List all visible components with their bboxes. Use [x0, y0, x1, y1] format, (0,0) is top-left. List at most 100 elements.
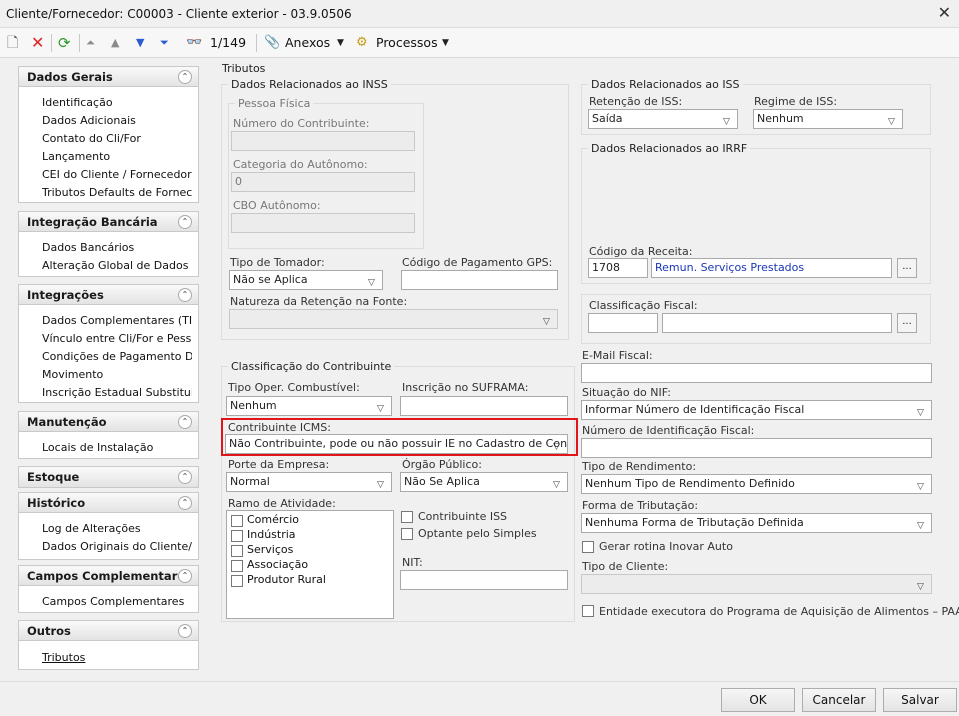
sidebar-item[interactable]: Vínculo entre Cli/For e Pessoa: [42, 332, 192, 346]
suframa-input[interactable]: [400, 396, 568, 416]
section-header[interactable]: Dados Gerais ⌃: [19, 67, 198, 87]
checkbox-comercio[interactable]: [231, 515, 243, 527]
save-button[interactable]: Salvar: [883, 688, 957, 712]
search-icon[interactable]: 👓: [186, 33, 202, 53]
inovar-auto-checkbox[interactable]: [582, 541, 594, 553]
sidebar-item[interactable]: Dados Complementares (TIN): [42, 314, 192, 328]
codigo-receita-lookup-button[interactable]: ...: [897, 258, 917, 278]
cancel-button[interactable]: Cancelar: [802, 688, 876, 712]
num-contribuinte-input[interactable]: [231, 131, 415, 151]
tipo-rendimento-select[interactable]: Nenhum Tipo de Rendimento Definido ▽: [581, 474, 932, 494]
retencao-iss-select[interactable]: Saída ▽: [588, 109, 738, 129]
sidebar-section-manutencao: Manutenção ⌃ Locais de Instalação: [18, 411, 199, 459]
sidebar-item[interactable]: CEI do Cliente / Fornecedor: [42, 168, 192, 182]
chevron-down-icon: ▽: [723, 117, 730, 127]
collapse-icon[interactable]: ⌃: [178, 569, 192, 583]
section-header[interactable]: Histórico ⌃: [19, 493, 198, 513]
select-value: Informar Número de Identificação Fiscal: [585, 403, 805, 416]
attachments-dropdown-icon[interactable]: ▼: [337, 33, 344, 53]
section-header[interactable]: Outros ⌃: [19, 621, 198, 641]
sidebar-item[interactable]: Lançamento: [42, 150, 192, 164]
new-record-icon[interactable]: 🗋: [7, 33, 18, 53]
codigo-receita-input[interactable]: 1708: [588, 258, 648, 278]
optante-simples-checkbox[interactable]: [401, 528, 413, 540]
combustivel-select[interactable]: Nenhum ▽: [226, 396, 392, 416]
toolbar-separator: [51, 34, 52, 52]
codigo-gps-input[interactable]: [401, 270, 558, 290]
regime-iss-select[interactable]: Nenhum ▽: [753, 109, 903, 129]
page-title: Tributos: [222, 62, 266, 75]
ramo-item: Associação: [247, 558, 309, 571]
refresh-icon[interactable]: ⟳: [58, 33, 71, 53]
sidebar-item[interactable]: Identificação: [42, 96, 192, 110]
chevron-down-icon: ▽: [543, 317, 550, 327]
section-header[interactable]: Integração Bancária ⌃: [19, 212, 198, 232]
situacao-nif-select[interactable]: Informar Número de Identificação Fiscal ▽: [581, 400, 932, 420]
ramo-item: Produtor Rural: [247, 573, 326, 586]
checkbox-associacao[interactable]: [231, 560, 243, 572]
collapse-icon[interactable]: ⌃: [178, 215, 192, 229]
orgao-publico-select[interactable]: Não Se Aplica ▽: [400, 472, 568, 492]
porte-empresa-select[interactable]: Normal ▽: [226, 472, 392, 492]
paa-checkbox[interactable]: [582, 605, 594, 617]
categoria-autonomo-input[interactable]: 0: [231, 172, 415, 192]
group-title: Classificação do Contribuinte: [228, 360, 395, 373]
close-icon[interactable]: ✕: [938, 3, 951, 22]
sidebar-item[interactable]: Contato do Cli/For: [42, 132, 192, 146]
contribuinte-iss-checkbox[interactable]: [401, 511, 413, 523]
ok-button[interactable]: OK: [721, 688, 795, 712]
sidebar-item[interactable]: Campos Complementares: [42, 595, 192, 609]
contribuinte-icms-select[interactable]: Não Contribuinte, pode ou não possuir IE…: [225, 434, 568, 454]
section-header[interactable]: Manutenção ⌃: [19, 412, 198, 432]
forma-tributacao-select[interactable]: Nenhuma Forma de Tributação Definida ▽: [581, 513, 932, 533]
delete-icon[interactable]: ✕: [31, 33, 44, 53]
first-record-icon[interactable]: ⏶: [86, 33, 95, 53]
section-header[interactable]: Integrações ⌃: [19, 285, 198, 305]
processes-button[interactable]: Processos: [376, 33, 438, 53]
attachments-button[interactable]: Anexos: [285, 33, 330, 53]
window-titlebar: Cliente/Fornecedor: C00003 - Cliente ext…: [0, 0, 959, 28]
sidebar-item[interactable]: Dados Adicionais: [42, 114, 192, 128]
previous-record-icon[interactable]: ▲: [111, 33, 119, 53]
natureza-retencao-select[interactable]: ▽: [229, 309, 558, 329]
sidebar-item[interactable]: Dados Bancários: [42, 241, 192, 255]
collapse-icon[interactable]: ⌃: [178, 496, 192, 510]
classificacao-fiscal-code-input[interactable]: [588, 313, 658, 333]
processes-dropdown-icon[interactable]: ▼: [442, 33, 449, 53]
sidebar-item[interactable]: Movimento: [42, 368, 192, 382]
sidebar-item[interactable]: Locais de Instalação: [42, 441, 192, 455]
sidebar-item[interactable]: Alteração Global de Dados B...: [42, 259, 192, 273]
sidebar-section-integracoes: Integrações ⌃ Dados Complementares (TIN) …: [18, 284, 199, 403]
collapse-icon[interactable]: ⌃: [178, 288, 192, 302]
collapse-icon[interactable]: ⌃: [178, 415, 192, 429]
email-fiscal-input[interactable]: [581, 363, 932, 383]
record-position: 1/149: [210, 35, 247, 50]
ramo-item: Indústria: [247, 528, 296, 541]
section-header[interactable]: Campos Complementares ⌃: [19, 566, 198, 586]
section-header[interactable]: Estoque ⌃: [19, 467, 198, 487]
sidebar-item[interactable]: Log de Alterações: [42, 522, 192, 536]
checkbox-industria[interactable]: [231, 530, 243, 542]
cbo-autonomo-input[interactable]: [231, 213, 415, 233]
collapse-icon[interactable]: ⌃: [178, 624, 192, 638]
sidebar-item[interactable]: Dados Originais do Cliente/F...: [42, 540, 192, 554]
sidebar-section-dados-gerais: Dados Gerais ⌃ Identificação Dados Adicio…: [18, 66, 199, 203]
last-record-icon[interactable]: ⏷: [160, 33, 169, 53]
nit-input[interactable]: [400, 570, 568, 590]
sidebar-item[interactable]: Tributos Defaults de Fornec...: [42, 186, 192, 200]
collapse-icon[interactable]: ⌃: [178, 70, 192, 84]
sidebar-item[interactable]: Inscrição Estadual Substituiç...: [42, 386, 192, 400]
tipo-cliente-select[interactable]: ▽: [581, 574, 932, 594]
sidebar-item-tributos[interactable]: Tributos: [42, 651, 192, 665]
checkbox-produtor-rural[interactable]: [231, 575, 243, 587]
classificacao-fiscal-lookup-button[interactable]: ...: [897, 313, 917, 333]
codigo-receita-description: Remun. Serviços Prestados: [651, 258, 892, 278]
section-title: Manutenção: [27, 415, 107, 429]
ramo-item: Comércio: [247, 513, 300, 526]
numero-nif-input[interactable]: [581, 438, 932, 458]
next-record-icon[interactable]: ▼: [136, 33, 144, 53]
collapse-icon[interactable]: ⌃: [178, 470, 192, 484]
sidebar-item[interactable]: Condições de Pagamento De...: [42, 350, 192, 364]
checkbox-servicos[interactable]: [231, 545, 243, 557]
tipo-tomador-select[interactable]: Não se Aplica ▽: [229, 270, 383, 290]
